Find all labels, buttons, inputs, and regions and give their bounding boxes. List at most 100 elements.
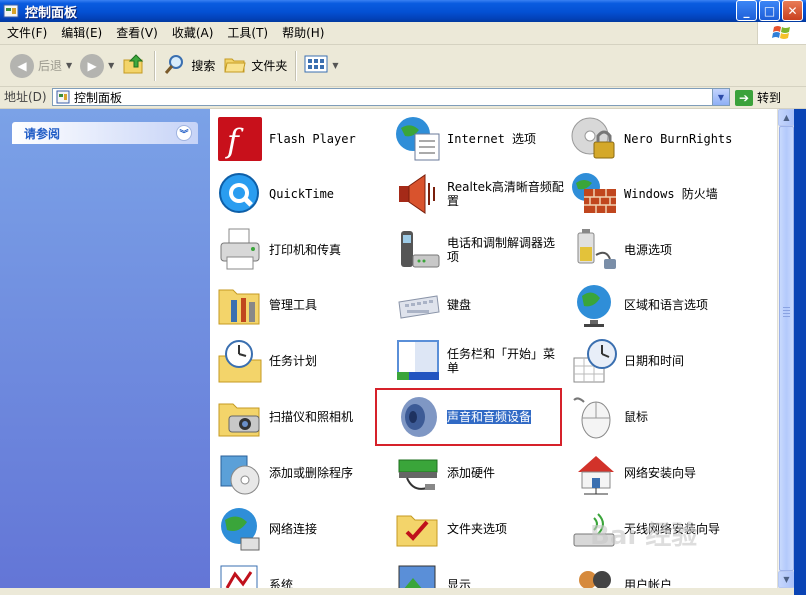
menu-file[interactable]: 文件(F)	[0, 22, 54, 44]
vertical-scrollbar[interactable]: ▲ ▼	[777, 109, 795, 588]
watermark: Bai 经验	[590, 521, 698, 551]
search-icon	[163, 52, 187, 79]
address-input[interactable]: 控制面板 ▼	[52, 88, 730, 106]
toolbar: ◀ 后退 ▼ ▶ ▼ 搜索 文件夹 ▼	[0, 45, 806, 87]
item-label: 电话和调制解调器选项	[447, 236, 556, 264]
see-also-title: 请参阅	[24, 126, 61, 141]
views-dropdown-icon[interactable]: ▼	[332, 61, 338, 70]
menu-favorites[interactable]: 收藏(A)	[165, 22, 221, 44]
cp-item-nero-burnrights[interactable]: Nero BurnRights	[570, 112, 746, 166]
cp-item-folder-options[interactable]: 文件夹选项	[393, 502, 569, 556]
date-time-icon	[570, 336, 620, 386]
highlight-box	[375, 388, 562, 446]
cp-item-add-remove-programs[interactable]: 添加或删除程序	[215, 446, 391, 500]
item-label: 任务栏和「开始」菜单	[447, 347, 556, 375]
views-button[interactable]: ▼	[300, 48, 342, 84]
scheduled-tasks-icon	[215, 336, 265, 386]
forward-button[interactable]: ▶ ▼	[76, 48, 118, 84]
toolbar-separator	[295, 50, 297, 81]
menu-edit[interactable]: 编辑(E)	[54, 22, 109, 44]
cp-item-add-hardware[interactable]: 添加硬件	[393, 446, 569, 500]
collapse-chevron-icon[interactable]: ︾	[176, 125, 192, 141]
cp-item-date-time[interactable]: 日期和时间	[570, 334, 746, 388]
scroll-down-icon: ▼	[783, 575, 790, 584]
folders-icon	[223, 52, 247, 79]
item-label: Nero BurnRights	[624, 132, 733, 146]
thumb-grip	[783, 307, 790, 308]
cp-item-network-connections[interactable]: 网络连接	[215, 502, 391, 556]
close-button[interactable]: ✕	[782, 0, 803, 21]
network-connections-icon	[215, 504, 265, 554]
cp-item-power-options[interactable]: 电源选项	[570, 223, 746, 277]
printers-faxes-icon	[215, 225, 265, 275]
item-label: Internet 选项	[447, 132, 537, 146]
keyboard-icon	[393, 280, 443, 330]
address-value: 控制面板	[74, 90, 123, 105]
cp-item-internet-options[interactable]: Internet 选项	[393, 112, 569, 166]
minimize-button[interactable]: _	[736, 0, 757, 21]
close-icon: ✕	[787, 3, 798, 18]
internet-options-icon	[393, 114, 443, 164]
cp-item-network-setup-wizard[interactable]: 网络安装向导	[570, 446, 746, 500]
maximize-button[interactable]: □	[759, 0, 780, 21]
toolbar-separator	[154, 50, 156, 81]
cp-item-printers-faxes[interactable]: 打印机和传真	[215, 223, 391, 277]
folder-options-icon	[393, 504, 443, 554]
back-button[interactable]: ◀ 后退 ▼	[6, 48, 76, 84]
cp-item-flash-player[interactable]: f Flash Player	[215, 112, 391, 166]
up-button[interactable]	[118, 48, 150, 84]
cp-item-regional-language[interactable]: 区域和语言选项	[570, 278, 746, 332]
thumb-grip	[783, 310, 790, 311]
cp-item-keyboard[interactable]: 键盘	[393, 278, 569, 332]
menu-view[interactable]: 查看(V)	[109, 22, 165, 44]
menu-help[interactable]: 帮助(H)	[275, 22, 331, 44]
cp-item-quicktime[interactable]: QuickTime	[215, 167, 391, 221]
search-button[interactable]: 搜索	[159, 48, 219, 84]
item-label: 电源选项	[624, 243, 673, 257]
back-label: 后退	[38, 59, 63, 73]
views-icon	[304, 54, 328, 77]
folders-button[interactable]: 文件夹	[219, 48, 291, 84]
back-arrow-icon: ◀	[10, 53, 34, 78]
cp-item-phone-modem[interactable]: 电话和调制解调器选项	[393, 223, 569, 277]
item-label: 任务计划	[269, 354, 318, 368]
cp-item-scheduled-tasks[interactable]: 任务计划	[215, 334, 391, 388]
go-arrow-icon: ➔	[735, 89, 753, 106]
item-label: 网络安装向导	[624, 466, 697, 480]
taskbar-start-menu-icon	[393, 336, 443, 386]
address-label: 地址(D)	[4, 90, 47, 104]
back-dropdown-icon[interactable]: ▼	[66, 61, 72, 70]
scroll-thumb[interactable]	[779, 126, 794, 571]
go-button[interactable]: ➔ 转到	[735, 87, 781, 108]
menu-tools[interactable]: 工具(T)	[220, 22, 275, 44]
search-label: 搜索	[191, 59, 216, 73]
cp-item-mouse[interactable]: 鼠标	[570, 390, 746, 444]
forward-dropdown-icon[interactable]: ▼	[108, 61, 114, 70]
cp-item-realtek-audio[interactable]: Realtek高清晰音频配置	[393, 167, 569, 221]
menu-bar: 文件(F) 编辑(E) 查看(V) 收藏(A) 工具(T) 帮助(H)	[0, 22, 806, 45]
realtek-audio-icon	[393, 169, 443, 219]
cp-item-taskbar-start-menu[interactable]: 任务栏和「开始」菜单	[393, 334, 569, 388]
item-label: 管理工具	[269, 298, 318, 312]
see-also-header[interactable]: 请参阅 ︾	[12, 122, 198, 144]
cp-item-admin-tools[interactable]: 管理工具	[215, 278, 391, 332]
add-hardware-icon	[393, 448, 443, 498]
cp-item-scanners-cameras[interactable]: 扫描仪和照相机	[215, 390, 391, 444]
windows-logo-icon	[757, 22, 806, 44]
address-dropdown-icon[interactable]: ▼	[712, 89, 729, 105]
cp-item-windows-firewall[interactable]: Windows 防火墙	[570, 167, 746, 221]
scanners-cameras-icon	[215, 392, 265, 442]
item-label: 添加硬件	[447, 466, 496, 480]
scroll-down-button[interactable]: ▼	[778, 571, 795, 588]
admin-tools-icon	[215, 280, 265, 330]
window-frame-right	[794, 109, 806, 595]
item-label: 鼠标	[624, 410, 649, 424]
item-label: QuickTime	[269, 187, 335, 201]
window-frame-bottom	[0, 588, 794, 595]
item-label: 网络连接	[269, 522, 318, 536]
up-folder-icon	[122, 52, 146, 79]
title-bar[interactable]: 控制面板 _ □ ✕	[0, 0, 806, 22]
mouse-icon	[570, 392, 620, 442]
phone-modem-icon	[393, 225, 443, 275]
scroll-up-button[interactable]: ▲	[778, 109, 795, 126]
